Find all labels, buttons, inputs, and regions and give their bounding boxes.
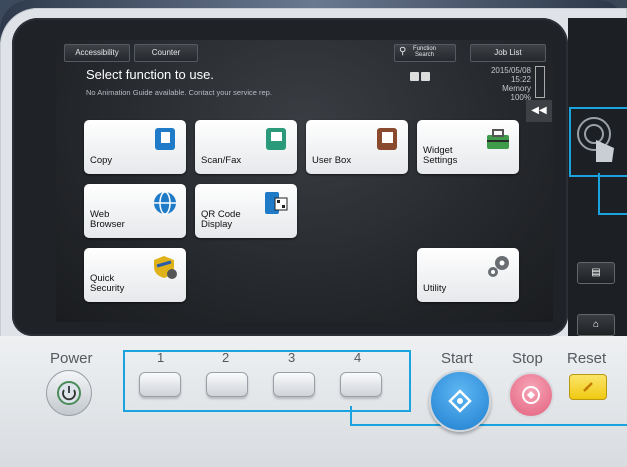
accessibility-button[interactable]: Accessibility (64, 44, 130, 62)
tile-label: Copy (90, 155, 113, 166)
tile-label: Widget Settings (423, 145, 458, 166)
tile-label: Scan/Fax (201, 155, 242, 166)
start-diamond-icon (448, 389, 472, 413)
tile-label: Utility (423, 283, 447, 294)
tile-label: Web Browser (90, 209, 125, 230)
tile-utility[interactable]: Utility (417, 248, 519, 302)
status-message: No Animation Guide available. Contact yo… (86, 88, 272, 97)
tile-quick-security[interactable]: Quick Security (84, 248, 186, 302)
scan-fax-icon (266, 128, 286, 150)
counter-button[interactable]: Counter (134, 44, 198, 62)
job-list-button[interactable]: Job List (470, 44, 546, 62)
reset-icon (583, 382, 593, 392)
nfc-callout-box (569, 107, 627, 177)
security-shield-icon (154, 256, 177, 279)
home-icon: ⌂ (592, 319, 600, 330)
date-time-memory: 2015/05/08 15:22 Memory 100% (461, 66, 531, 102)
key-3-label: 3 (288, 350, 296, 365)
key-4-label: 4 (354, 350, 362, 365)
register-key-1[interactable] (139, 372, 181, 397)
start-button[interactable] (429, 370, 491, 432)
tile-user-box[interactable]: User Box (306, 120, 408, 174)
mobile-icon: ▤ (591, 267, 601, 278)
home-button[interactable]: ⌂ (577, 314, 615, 336)
power-label: Power (50, 350, 93, 367)
power-button[interactable] (46, 370, 92, 416)
memory-gauge-icon (535, 66, 545, 98)
date-text: 2015/05/08 (490, 66, 531, 75)
stop-label: Stop (512, 350, 543, 367)
function-search-label: Function Search (413, 46, 437, 58)
register-key-4[interactable] (340, 372, 382, 397)
key-2-label: 2 (222, 350, 230, 365)
time-text: 15:22 (510, 75, 531, 84)
tile-scan-fax[interactable]: Scan/Fax (195, 120, 297, 174)
gears-icon (488, 256, 509, 277)
tile-label: User Box (312, 155, 352, 166)
register-key-3[interactable] (273, 372, 315, 397)
toolbox-icon (487, 129, 509, 149)
register-key-2[interactable] (206, 372, 248, 397)
qr-code-icon (265, 192, 288, 214)
stop-icon (522, 386, 540, 404)
user-box-icon (377, 128, 397, 150)
lock-icon (410, 72, 419, 81)
touch-screen: Accessibility Counter ⚲ Function Search … (56, 40, 553, 322)
collapse-panel-button[interactable]: ◀◀ (526, 100, 552, 122)
page-title: Select function to use. (86, 67, 214, 82)
reset-button[interactable] (569, 374, 607, 400)
start-label: Start (441, 350, 473, 367)
tile-widget-settings[interactable]: Widget Settings (417, 120, 519, 174)
reset-label: Reset (567, 350, 607, 367)
function-search-button[interactable]: ⚲ Function Search (394, 44, 456, 62)
search-icon: ⚲ (399, 46, 407, 57)
tile-label: QR Code Display (201, 209, 241, 230)
mobile-connect-button[interactable]: ▤ (577, 262, 615, 284)
memory-label: Memory (502, 84, 531, 93)
tile-copy[interactable]: Copy (84, 120, 186, 174)
stop-button[interactable] (508, 372, 554, 418)
power-icon (57, 381, 81, 405)
memory-value: 100% (510, 93, 531, 102)
copy-icon (155, 128, 175, 150)
tile-web-browser[interactable]: Web Browser (84, 184, 186, 238)
callout-line (350, 406, 352, 426)
alert-icon (421, 72, 430, 81)
tile-label: Quick Security (90, 273, 125, 294)
status-icons (410, 68, 430, 86)
tile-qr-code-display[interactable]: QR Code Display (195, 184, 297, 238)
globe-icon (154, 191, 176, 215)
key-1-label: 1 (157, 350, 165, 365)
callout-line (598, 173, 600, 215)
callout-line (598, 213, 627, 215)
